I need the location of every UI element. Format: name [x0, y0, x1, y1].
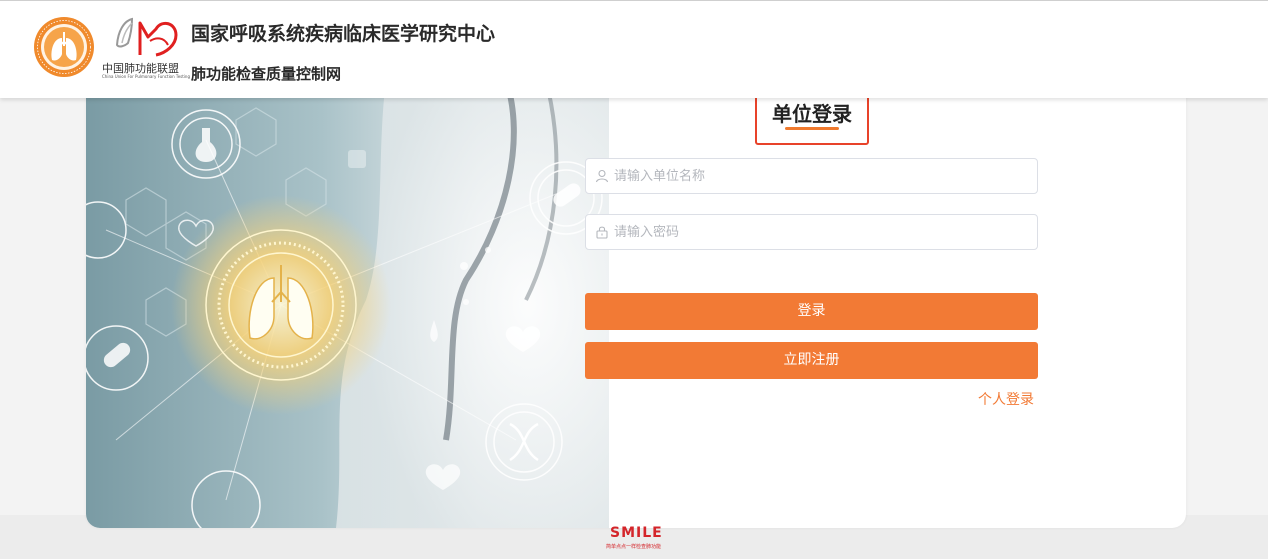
- research-center-emblem-icon: [34, 17, 94, 77]
- login-button[interactable]: 登录: [585, 293, 1038, 330]
- password-input[interactable]: [614, 215, 1034, 249]
- center-title: 国家呼吸系统疾病临床医学研究中心: [191, 23, 496, 45]
- login-title: 单位登录: [772, 102, 852, 126]
- smile-brand: SMILE: [610, 525, 663, 541]
- smile-tagline: 简单点点一样检查肺功能: [606, 544, 662, 550]
- lung-union-logo-icon: [115, 17, 178, 57]
- site-header: 中国肺功能联盟 China Union For Pulmonary Functi…: [0, 0, 1268, 98]
- username-input[interactable]: [614, 159, 1034, 193]
- union-name-en: China Union For Pulmonary Function Testi…: [102, 74, 190, 79]
- title-underline: [785, 127, 839, 130]
- lock-icon: [596, 226, 608, 239]
- user-icon: [595, 169, 609, 183]
- register-button[interactable]: 立即注册: [585, 342, 1038, 379]
- personal-login-link[interactable]: 个人登录: [978, 389, 1034, 409]
- password-field[interactable]: [585, 214, 1038, 250]
- username-field[interactable]: [585, 158, 1038, 194]
- medical-hero-image: [86, 80, 609, 528]
- site-subtitle: 肺功能检查质量控制网: [191, 65, 342, 83]
